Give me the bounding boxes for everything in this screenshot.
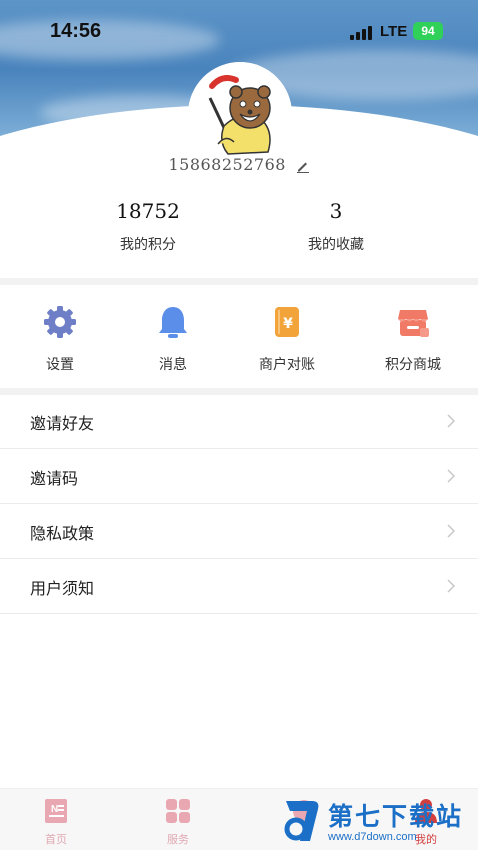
- menu-label: 积分商城: [385, 357, 441, 373]
- battery-icon: 94: [413, 22, 443, 40]
- tab-home[interactable]: N 首页: [16, 797, 96, 847]
- chevron-right-icon: [447, 469, 456, 483]
- favorites-label: 我的收藏: [308, 237, 364, 253]
- chevron-right-icon: [447, 414, 456, 428]
- watermark-title: 第七下载站: [328, 802, 464, 831]
- menu-label: 商户对账: [259, 357, 315, 373]
- grid-icon: [166, 799, 190, 823]
- svg-text:N: N: [51, 804, 58, 815]
- menu-label: 消息: [159, 357, 187, 373]
- avatar[interactable]: [188, 62, 292, 166]
- bear-avatar-icon: [188, 62, 292, 166]
- chevron-right-icon: [447, 579, 456, 593]
- signal-icon: [350, 26, 374, 40]
- points-stat[interactable]: 18752 我的积分: [68, 196, 228, 254]
- menu-item-points-mall[interactable]: 积分商城: [358, 304, 468, 374]
- watermark: 第七下载站 www.d7down.com: [282, 795, 478, 850]
- points-label: 我的积分: [120, 237, 176, 253]
- watermark-logo: [284, 801, 319, 841]
- tab-services[interactable]: 服务: [138, 797, 218, 847]
- list-item-privacy-policy[interactable]: 隐私政策: [0, 504, 478, 559]
- home-news-icon: N: [45, 799, 67, 823]
- watermark-url: www.d7down.com: [328, 831, 417, 843]
- settings-list: 邀请好友 邀请码 隐私政策 用户须知: [0, 394, 478, 614]
- points-value: 18752: [116, 199, 180, 223]
- feature-menu: 设置 消息 ¥ 商户对账 积分商城: [0, 290, 478, 388]
- section-divider: [0, 278, 478, 285]
- yuan-book-icon: ¥: [275, 307, 299, 337]
- list-item-label: 邀请好友: [30, 414, 95, 433]
- store-icon: [398, 310, 429, 337]
- user-phone[interactable]: 15868252768: [0, 155, 478, 174]
- edit-icon[interactable]: [296, 159, 310, 173]
- list-item-invite-code[interactable]: 邀请码: [0, 449, 478, 504]
- favorites-value: 3: [329, 199, 343, 223]
- tab-label: 首页: [45, 833, 67, 846]
- list-item-label: 用户须知: [30, 579, 95, 598]
- list-item-label: 隐私政策: [30, 524, 95, 543]
- status-time: 14:56: [50, 20, 102, 42]
- list-item-label: 邀请码: [30, 469, 79, 488]
- favorites-stat[interactable]: 3 我的收藏: [256, 196, 416, 254]
- chevron-right-icon: [447, 524, 456, 538]
- menu-label: 设置: [46, 357, 74, 373]
- user-stats: 18752 我的积分 3 我的收藏: [0, 196, 478, 276]
- gear-icon: [44, 306, 76, 338]
- menu-item-messages[interactable]: 消息: [118, 304, 228, 374]
- network-type: LTE: [380, 23, 408, 40]
- menu-item-settings[interactable]: 设置: [5, 304, 115, 374]
- svg-text:¥: ¥: [283, 316, 293, 332]
- bell-icon: [159, 307, 187, 338]
- list-item-invite-friends[interactable]: 邀请好友: [0, 394, 478, 449]
- tab-label: 服务: [167, 833, 189, 846]
- phone-number: 15868252768: [168, 155, 286, 174]
- menu-item-merchant-reconciliation[interactable]: ¥ 商户对账: [232, 304, 342, 374]
- status-bar: 14:56 LTE 94: [0, 18, 478, 48]
- list-item-user-notice[interactable]: 用户须知: [0, 559, 478, 614]
